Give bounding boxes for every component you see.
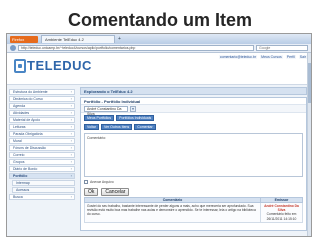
teleduc-logo-icon (14, 59, 26, 73)
course-menu: Estrutura do AmbienteDinâmica do CursoAg… (7, 85, 77, 236)
sidebar-item[interactable]: Acessos (12, 187, 75, 193)
new-tab-button[interactable]: + (118, 35, 121, 43)
sidebar-item[interactable]: Atividades (9, 110, 75, 116)
browser-tab-bar: Firefox Ambiente TelEduc 4.2 + (7, 34, 311, 44)
item-toolbar: Voltar Ver Outros Itens Comentar (81, 123, 306, 131)
table-row: Gostei do seu trabalho, bastante interes… (84, 203, 303, 223)
sidebar-item[interactable]: Agenda (9, 103, 75, 109)
comment-date: Comentário feito em 26/11/2011 14:15:10 (266, 212, 297, 221)
sidebar-item[interactable]: Portfólio (9, 173, 75, 179)
comment-sender-cell: André Constantino Da Silva Comentário fe… (260, 203, 302, 222)
comments-table: Comentário Emissor Gostei do seu trabalh… (84, 197, 303, 225)
profile-link[interactable]: Perfil (285, 55, 296, 59)
sidebar-item[interactable]: Material de Apoio (9, 117, 75, 123)
comment-textarea[interactable]: Comentário: (84, 133, 303, 177)
sidebar-item[interactable]: Dinâmica do Curso (9, 96, 75, 102)
my-courses-link[interactable]: Meus Cursos (260, 55, 283, 59)
back-icon[interactable] (10, 45, 16, 51)
sidebar-item[interactable]: Correio (9, 152, 75, 158)
portfolio-selector-row: André Constantino Da Silva ▾ (81, 105, 306, 116)
sidebar-item[interactable]: Intermap (12, 180, 75, 186)
column-header-sender: Emissor (260, 198, 302, 202)
teleduc-header: TELEDUC comentario@teleduc.br Meus Curso… (7, 53, 311, 85)
browser-window: Firefox Ambiente TelEduc 4.2 + http://te… (6, 33, 312, 237)
scrollbar-thumb[interactable] (308, 63, 311, 103)
sidebar-item[interactable]: Busca (9, 194, 75, 200)
navigation-bar: http://teleduc.unicamp.br/~teleduc4/curs… (7, 44, 311, 53)
sidebar-item[interactable]: Parada Obrigatória (9, 131, 75, 137)
comment-label: Comentário: (87, 136, 107, 140)
individual-portfolios-button[interactable]: Portfólios Individuais (116, 115, 155, 121)
sidebar-item[interactable]: Estrutura do Ambiente (9, 89, 75, 95)
see-other-items-button[interactable]: Ver Outros Itens (100, 124, 133, 130)
comment-button[interactable]: Comentar (134, 124, 156, 130)
sidebar-item[interactable]: Grupos (9, 159, 75, 165)
chevron-down-icon[interactable]: ▾ (130, 105, 136, 112)
browser-search-input[interactable]: Google (256, 45, 308, 51)
cancel-button[interactable]: Cancelar (101, 188, 130, 196)
attach-file-row: Anexar Arquivo (81, 179, 306, 185)
user-email-link[interactable]: comentario@teleduc.br (218, 55, 258, 59)
sidebar-item[interactable]: Leituras (9, 124, 75, 130)
page-scrollbar[interactable] (307, 53, 311, 236)
logout-link[interactable]: Sair (298, 55, 307, 59)
attach-file-checkbox[interactable] (84, 180, 88, 184)
address-bar[interactable]: http://teleduc.unicamp.br/~teleduc4/curs… (18, 45, 254, 51)
ok-button[interactable]: Ok (84, 188, 99, 196)
sidebar-item[interactable]: Mural (9, 138, 75, 144)
portfolio-tabs: Meus Portfólios Portfólios Individuais (81, 114, 306, 122)
sidebar-item[interactable]: Fóruns de Discussão (9, 145, 75, 151)
firefox-menu-button[interactable]: Firefox (10, 35, 38, 43)
my-portfolios-button[interactable]: Meus Portfólios (84, 115, 115, 121)
slide-title: Comentando um Item (67, 10, 252, 30)
user-links: comentario@teleduc.br Meus Cursos Perfil… (218, 55, 307, 59)
teleduc-logo[interactable]: TELEDUC (14, 59, 92, 73)
comment-author-link[interactable]: André Constantino Da Silva (261, 204, 302, 212)
teleduc-logo-text: TELEDUC (27, 58, 92, 73)
course-breadcrumb: Explorando o TelEduc 4.2 (80, 87, 307, 95)
attach-file-label: Anexar Arquivo (90, 180, 114, 184)
portfolio-owner-select[interactable]: André Constantino Da Silva (84, 105, 128, 116)
portfolio-panel: Portfólio - Portfólio Individual André C… (80, 97, 307, 231)
form-actions: Ok Cancelar (81, 188, 306, 196)
main-content: Explorando o TelEduc 4.2 Portfólio - Por… (77, 85, 311, 236)
column-header-comment: Comentário (162, 198, 183, 202)
panel-title: Portfólio - Portfólio Individual (81, 98, 306, 105)
back-button[interactable]: Voltar (84, 124, 99, 130)
browser-tab[interactable]: Ambiente TelEduc 4.2 (41, 35, 115, 43)
comment-text: Gostei do seu trabalho, bastante interes… (87, 204, 256, 217)
sidebar-item[interactable]: Diário de Bordo (9, 166, 75, 172)
